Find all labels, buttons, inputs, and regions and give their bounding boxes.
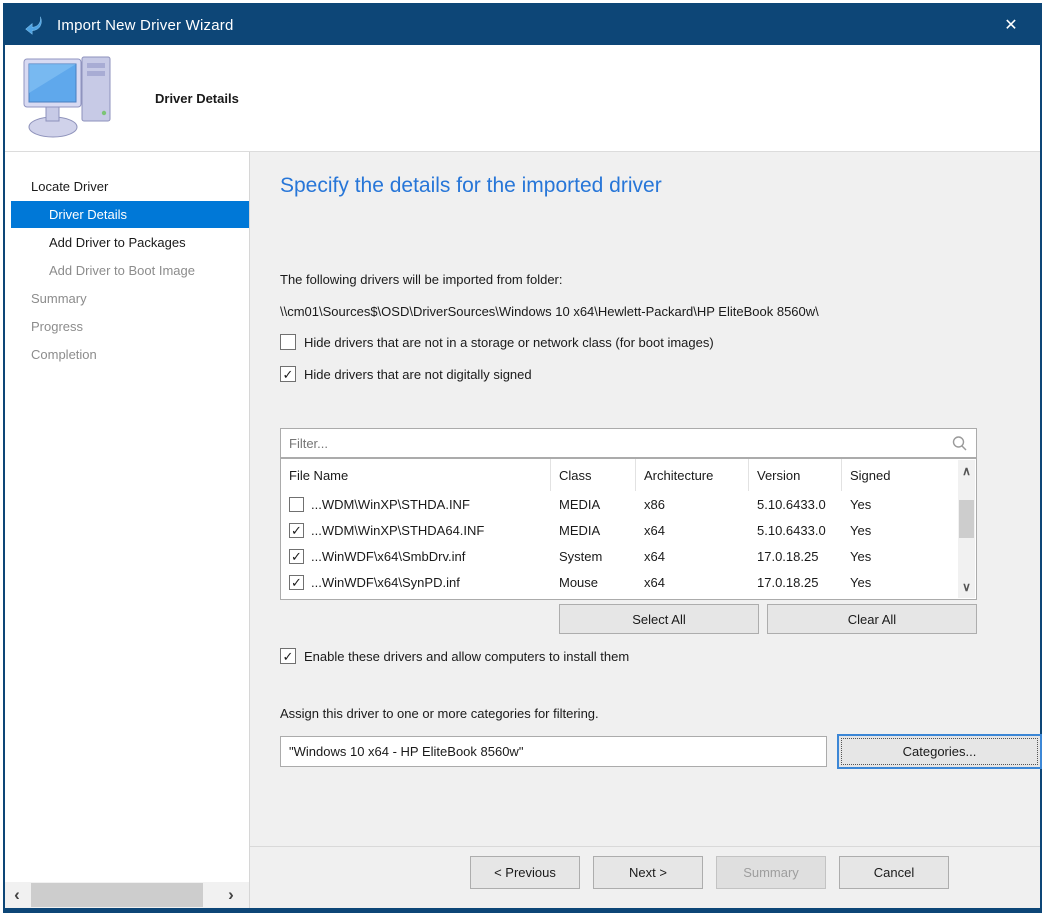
select-all-button[interactable]: Select All [559,604,759,634]
column-version[interactable]: Version [749,459,842,491]
cell-class: Mouse [551,575,636,590]
scrollbar-thumb[interactable] [959,500,974,538]
cell-file-name: ...WinWDF\x64\SmbDrv.inf [311,549,465,564]
cell-signed: Yes [842,497,976,512]
row-checkbox[interactable] [289,523,304,538]
wizard-steps-sidebar: Locate Driver Driver Details Add Driver … [5,152,250,908]
cell-signed: Yes [842,549,976,564]
sidebar-horizontal-scrollbar[interactable]: ‹ › [5,882,249,908]
enable-drivers-label: Enable these drivers and allow computers… [304,649,629,664]
filter-input[interactable] [281,436,951,451]
cell-architecture: x64 [636,575,749,590]
cell-class: System [551,549,636,564]
cell-architecture: x64 [636,549,749,564]
clear-all-button[interactable]: Clear All [767,604,977,634]
cell-file-name: ...WDM\WinXP\STHDA.INF [311,497,470,512]
cell-file-name: ...WDM\WinXP\STHDA64.INF [311,523,484,538]
sidebar-item-summary[interactable]: Summary [11,285,249,312]
hide-storage-label: Hide drivers that are not in a storage o… [304,335,714,350]
scrollbar-thumb[interactable] [31,883,203,907]
table-row[interactable]: ...WinWDF\x64\SmbDrv.inf System x64 17.0… [281,543,976,569]
cell-architecture: x86 [636,497,749,512]
scroll-up-icon[interactable]: ∧ [958,464,975,478]
wizard-header: Driver Details [5,45,1040,152]
table-row[interactable]: ...WinWDF\x64\SynPD.inf Mouse x64 17.0.1… [281,569,976,595]
wizard-window: Import New Driver Wizard ✕ Driver Detail… [3,3,1042,913]
table-row[interactable]: ...WDM\WinXP\STHDA64.INF MEDIA x64 5.10.… [281,517,976,543]
hide-unsigned-checkbox[interactable] [280,366,296,382]
hide-storage-checkbox[interactable] [280,334,296,350]
sidebar-item-completion[interactable]: Completion [11,341,249,368]
page-title: Driver Details [155,91,239,106]
computer-icon [19,53,131,141]
table-vertical-scrollbar[interactable]: ∧ ∨ [958,460,975,598]
window-title: Import New Driver Wizard [57,17,994,34]
row-checkbox[interactable] [289,549,304,564]
cell-version: 17.0.18.25 [749,575,842,590]
cell-version: 5.10.6433.0 [749,497,842,512]
row-checkbox[interactable] [289,575,304,590]
wizard-arrow-icon [23,14,45,36]
cell-version: 17.0.18.25 [749,549,842,564]
scroll-left-icon[interactable]: ‹ [5,885,29,905]
sidebar-item-driver-details[interactable]: Driver Details [11,201,249,228]
cell-signed: Yes [842,575,976,590]
filter-box [280,428,977,458]
column-file-name[interactable]: File Name [281,459,551,491]
scroll-down-icon[interactable]: ∨ [958,580,975,594]
enable-drivers-checkbox[interactable] [280,648,296,664]
previous-button[interactable]: < Previous [470,856,580,889]
content-heading: Specify the details for the imported dri… [280,174,662,198]
driver-table: File Name Class Architecture Version Sig… [280,458,977,600]
search-icon [951,435,968,452]
next-button[interactable]: Next > [593,856,703,889]
column-architecture[interactable]: Architecture [636,459,749,491]
category-field[interactable] [280,736,827,767]
main-content: Specify the details for the imported dri… [250,152,1040,908]
cell-class: MEDIA [551,523,636,538]
hide-unsigned-label: Hide drivers that are not digitally sign… [304,367,532,382]
cell-version: 5.10.6433.0 [749,523,842,538]
table-row[interactable]: ...WDM\WinXP\STHDA.INF MEDIA x86 5.10.64… [281,491,976,517]
sidebar-item-progress[interactable]: Progress [11,313,249,340]
row-checkbox[interactable] [289,497,304,512]
cancel-button[interactable]: Cancel [839,856,949,889]
cell-signed: Yes [842,523,976,538]
cell-architecture: x64 [636,523,749,538]
cell-file-name: ...WinWDF\x64\SynPD.inf [311,575,460,590]
column-class[interactable]: Class [551,459,636,491]
folder-path: \\cm01\Sources$\OSD\DriverSources\Window… [280,304,819,319]
categories-button[interactable]: Categories... [837,734,1042,769]
scroll-right-icon[interactable]: › [219,885,243,905]
summary-button: Summary [716,856,826,889]
sidebar-item-add-driver-to-boot-image[interactable]: Add Driver to Boot Image [11,257,249,284]
assign-categories-label: Assign this driver to one or more catego… [280,706,599,721]
sidebar-item-add-driver-to-packages[interactable]: Add Driver to Packages [11,229,249,256]
title-bar: Import New Driver Wizard ✕ [5,5,1040,45]
column-signed[interactable]: Signed [842,459,976,491]
table-header: File Name Class Architecture Version Sig… [281,459,976,491]
sidebar-item-locate-driver[interactable]: Locate Driver [11,173,249,200]
close-icon[interactable]: ✕ [994,5,1028,45]
folder-intro-label: The following drivers will be imported f… [280,272,563,287]
cell-class: MEDIA [551,497,636,512]
footer-divider [250,846,1040,847]
